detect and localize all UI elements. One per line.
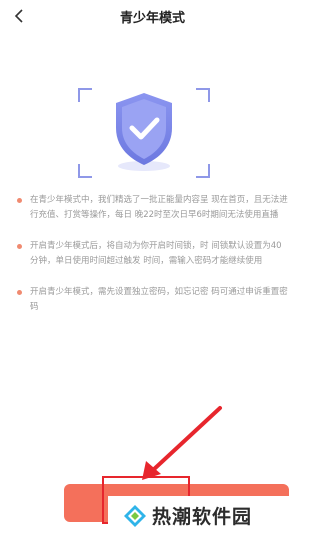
watermark-text: 热潮软件园 bbox=[152, 506, 253, 528]
list-item: 开启青少年模式后，将自动为你开启时间锁，时 间锁默认设置为40分钟，单日使用时间… bbox=[14, 239, 290, 269]
bullet-dot bbox=[17, 290, 22, 295]
frame-corner bbox=[196, 88, 210, 102]
diamond-logo-icon bbox=[124, 505, 146, 527]
shield-check-icon bbox=[116, 93, 172, 171]
frame-corner bbox=[78, 88, 92, 102]
hero-illustration bbox=[78, 88, 210, 178]
frame-corner bbox=[196, 164, 210, 178]
list-item: 在青少年模式中，我们精选了一批正能量内容呈 现在首页，且无法进行充值、打赏等操作… bbox=[14, 193, 290, 223]
page-title: 青少年模式 bbox=[119, 11, 185, 26]
bullet-dot bbox=[17, 244, 22, 249]
list-item-text: 开启青少年模式后，将自动为你开启时间锁，时 间锁默认设置为40分钟，单日使用时间… bbox=[30, 241, 282, 266]
list-item-text: 在青少年模式中，我们精选了一批正能量内容呈 现在首页，且无法进行充值、打赏等操作… bbox=[30, 195, 288, 220]
list-item: 开启青少年模式，需先设置独立密码，如忘记密 码可通过申诉重置密码 bbox=[14, 285, 290, 315]
annotation-arrow bbox=[142, 406, 222, 480]
top-bar: 青少年模式 bbox=[0, 0, 305, 34]
list-item-text: 开启青少年模式，需先设置独立密码，如忘记密 码可通过申诉重置密码 bbox=[30, 287, 288, 312]
frame-corner bbox=[78, 164, 92, 178]
bullet-dot bbox=[17, 198, 22, 203]
info-list: 在青少年模式中，我们精选了一批正能量内容呈 现在首页，且无法进行充值、打赏等操作… bbox=[14, 193, 290, 331]
